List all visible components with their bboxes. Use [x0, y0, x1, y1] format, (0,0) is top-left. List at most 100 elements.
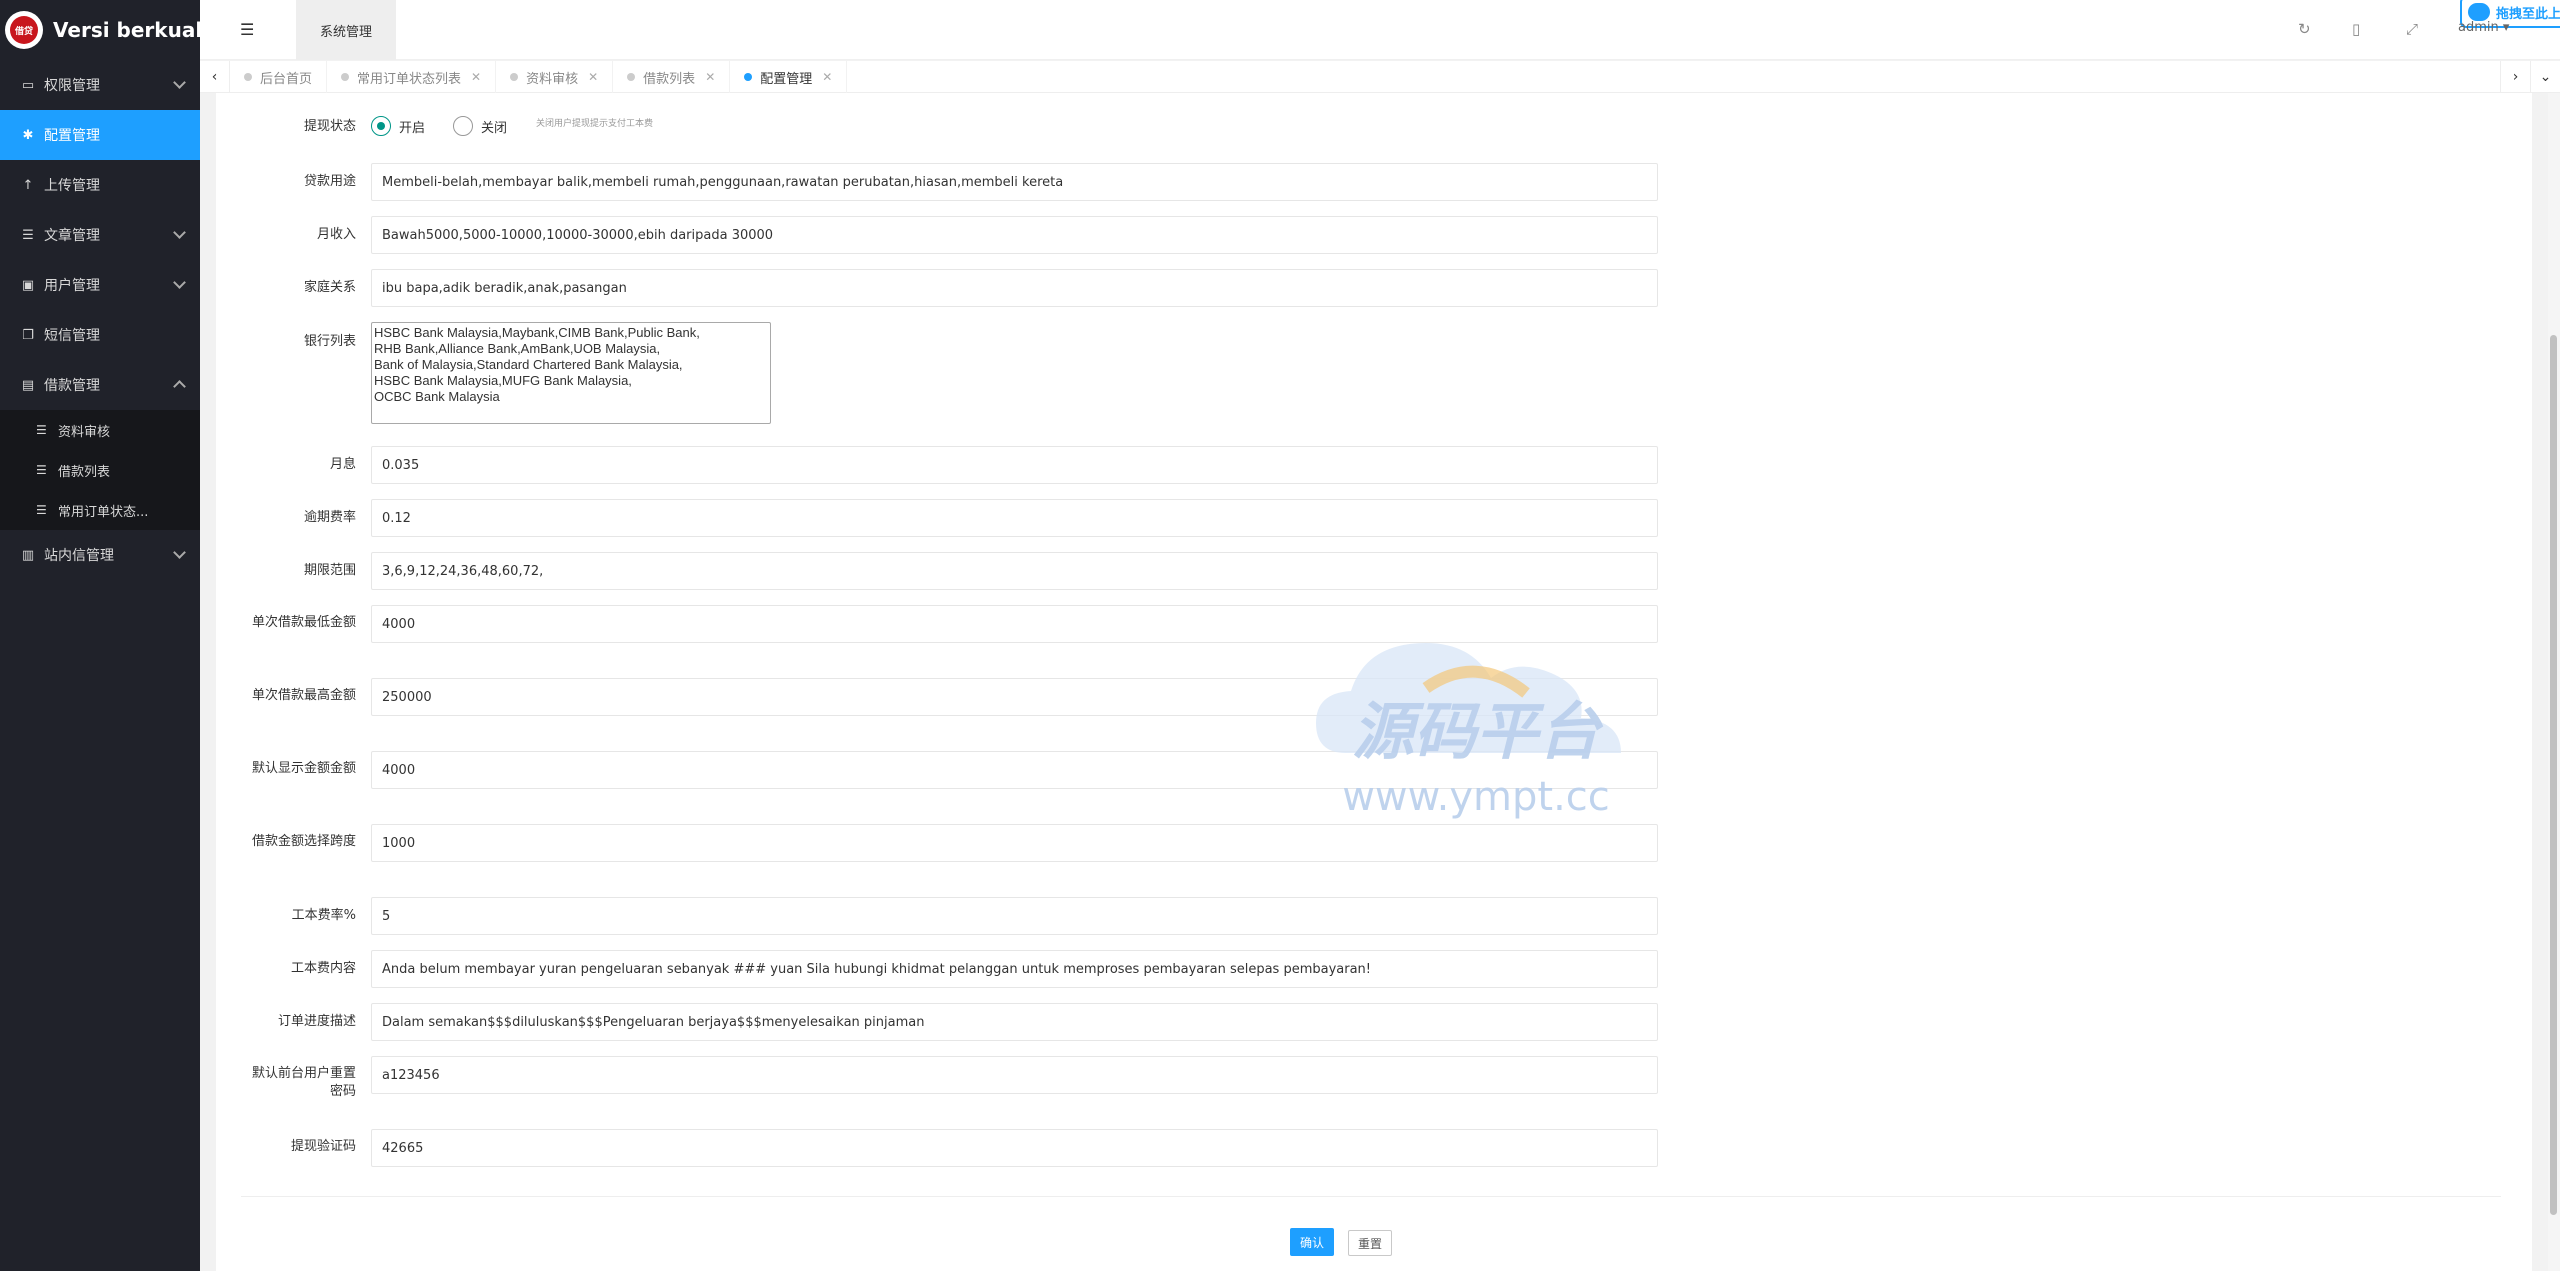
app-logo: 借贷 [5, 11, 43, 49]
form-label: 家庭关系 [303, 280, 356, 295]
close-icon[interactable]: ✕ [471, 70, 481, 84]
form-label: 工本费率% [291, 908, 356, 923]
brand: 借贷 Versi berkualiti [0, 0, 200, 60]
sidebar-item-messages[interactable]: ▥ 站内信管理 [0, 530, 200, 580]
chart-icon: ▥ [21, 547, 35, 563]
sidebar-item-permissions[interactable]: ▭ 权限管理 [0, 60, 200, 110]
sidebar-item-upload[interactable]: ↑ 上传管理 [0, 160, 200, 210]
upload-label: 拖拽至此上传 [2496, 6, 2560, 22]
order-progress-input[interactable]: Dalam semakan$$$diluluskan$$$Pengeluaran… [371, 1003, 1658, 1041]
gear-icon: ✱ [22, 127, 34, 143]
list-icon: ☰ [36, 503, 47, 517]
list-icon: ☰ [36, 423, 47, 437]
tabs-list: 后台首页 常用订单状态列表 ✕ 资料审核 ✕ 借款列表 ✕ 配置管理 ✕ [230, 61, 848, 93]
form-label: 默认前台用户重置密码 [251, 1066, 356, 1099]
bank-list-textarea[interactable]: HSBC Bank Malaysia,Maybank,CIMB Bank,Pub… [371, 322, 771, 424]
tab-dot [744, 73, 753, 81]
family-relation-input[interactable]: ibu bapa,adik beradik,anak,pasangan [371, 269, 1658, 307]
radio-checked-icon [371, 116, 391, 136]
sidebar-item-label: 文章管理 [44, 228, 100, 244]
radio-label: 关闭 [481, 120, 508, 136]
refresh-icon[interactable]: ↻ [2298, 20, 2311, 38]
form-label: 提现验证码 [290, 1139, 356, 1154]
sidebar-item-label: 短信管理 [44, 328, 100, 344]
tabs-bar: ‹ 后台首页 常用订单状态列表 ✕ 资料审核 ✕ 借款列表 ✕ 配置管理 ✕ ›… [200, 61, 2560, 93]
form-label: 借款金额选择跨度 [251, 834, 356, 849]
sidebar-item-config[interactable]: ✱ 配置管理 [0, 110, 200, 160]
money-icon: ▤ [21, 377, 35, 393]
sidebar-item-label: 上传管理 [44, 178, 100, 194]
sidebar-item-label: 站内信管理 [44, 548, 114, 564]
amount-step-input[interactable]: 1000 [371, 824, 1658, 862]
tab-label: 配置管理 [760, 71, 813, 87]
sidebar-item-sms[interactable]: ❐ 短信管理 [0, 310, 200, 360]
menu-toggle-icon[interactable]: ☰ [240, 20, 254, 39]
radio-open[interactable]: 开启 [371, 116, 425, 136]
loan-purpose-input[interactable]: Membeli-belah,membayar balik,membeli rum… [371, 163, 1658, 201]
tab-order-status[interactable]: 常用订单状态列表 ✕ [327, 61, 497, 93]
tab-dot [244, 73, 252, 81]
list-icon: ☰ [36, 463, 47, 477]
laptop-icon: ▭ [21, 77, 35, 93]
sidebar: 借贷 Versi berkualiti ▭ 权限管理 ✱ 配置管理 ↑ 上传管理… [0, 0, 200, 1271]
sidebar-subitem-loan-list[interactable]: ☰ 借款列表 [0, 450, 200, 490]
tab-review[interactable]: 资料审核 ✕ [496, 61, 614, 93]
loans-submenu: ☰ 资料审核 ☰ 借款列表 ☰ 常用订单状态... [0, 410, 200, 530]
monthly-interest-input[interactable]: 0.035 [371, 446, 1658, 484]
fullscreen-icon[interactable]: ⤢ [2406, 20, 2418, 38]
close-icon[interactable]: ✕ [705, 70, 715, 84]
chevron-down-icon [173, 276, 186, 289]
close-icon[interactable]: ✕ [822, 70, 832, 84]
header-tab-system[interactable]: 系统管理 [296, 0, 396, 60]
user-menu[interactable]: admin ▾ [2458, 20, 2509, 35]
sidebar-item-users[interactable]: ▣ 用户管理 [0, 260, 200, 310]
brand-title: Versi berkualiti [53, 18, 200, 42]
sidebar-item-articles[interactable]: ☰ 文章管理 [0, 210, 200, 260]
reset-password-input[interactable]: a123456 [371, 1056, 1658, 1094]
term-range-input[interactable]: 3,6,9,12,24,36,48,60,72, [371, 552, 1658, 590]
chevron-down-icon [173, 546, 186, 559]
top-header: ☰ 系统管理 拖拽至此上传 ↻ ▯ ⤢ admin ▾ [200, 0, 2560, 60]
sidebar-item-label: 配置管理 [44, 128, 100, 144]
sidebar-subitem-review[interactable]: ☰ 资料审核 [0, 410, 200, 450]
form-label: 贷款用途 [303, 174, 356, 189]
overdue-rate-input[interactable]: 0.12 [371, 499, 1658, 537]
tabs-scroll-left-icon[interactable]: ‹ [200, 61, 230, 93]
form-label: 月收入 [316, 227, 356, 242]
scrollbar-thumb[interactable] [2550, 335, 2557, 1215]
tab-config[interactable]: 配置管理 ✕ [730, 61, 848, 93]
max-loan-amount-input[interactable]: 250000 [371, 678, 1658, 716]
tab-loan-list[interactable]: 借款列表 ✕ [613, 61, 731, 93]
sidebar-item-loans[interactable]: ▤ 借款管理 [0, 360, 200, 410]
close-icon[interactable]: ✕ [588, 70, 598, 84]
user-name: admin [2458, 20, 2499, 35]
tabs-scroll-right-icon[interactable]: › [2500, 61, 2530, 93]
sidebar-item-label: 借款管理 [44, 378, 100, 394]
form-hint: 关闭用户提现提示支付工本费 [536, 119, 654, 129]
cloud-upload-icon [2468, 3, 2490, 21]
form-divider [241, 1196, 2501, 1197]
tab-label: 资料审核 [526, 71, 579, 87]
chevron-down-icon [173, 76, 186, 89]
form-label: 提现状态 [303, 119, 356, 134]
lock-icon[interactable]: ▯ [2352, 20, 2360, 38]
min-loan-amount-input[interactable]: 4000 [371, 605, 1658, 643]
chevron-up-icon [173, 380, 186, 393]
chevron-down-icon[interactable]: ⌄ [2530, 61, 2560, 93]
fee-content-input[interactable]: Anda belum membayar yuran pengeluaran se… [371, 950, 1658, 988]
tab-home[interactable]: 后台首页 [230, 61, 328, 93]
chevron-down-icon [173, 226, 186, 239]
reset-button[interactable]: 重置 [1348, 1230, 1392, 1256]
config-form-panel: 提现状态 开启 关闭 关闭用户提现提示支付工本费 贷款用途 Membeli-be… [216, 93, 2532, 1271]
copy-icon: ❐ [22, 327, 34, 343]
confirm-button[interactable]: 确认 [1290, 1228, 1334, 1256]
sidebar-subitem-order-status[interactable]: ☰ 常用订单状态... [0, 490, 200, 530]
radio-label: 开启 [399, 120, 426, 136]
form-label: 银行列表 [303, 334, 356, 349]
default-amount-input[interactable]: 4000 [371, 751, 1658, 789]
withdraw-code-input[interactable]: 42665 [371, 1129, 1658, 1167]
radio-close[interactable]: 关闭 [453, 116, 507, 136]
fee-rate-input[interactable]: 5 [371, 897, 1658, 935]
form-label: 工本费内容 [290, 961, 356, 976]
monthly-income-input[interactable]: Bawah5000,5000-10000,10000-30000,ebih da… [371, 216, 1658, 254]
